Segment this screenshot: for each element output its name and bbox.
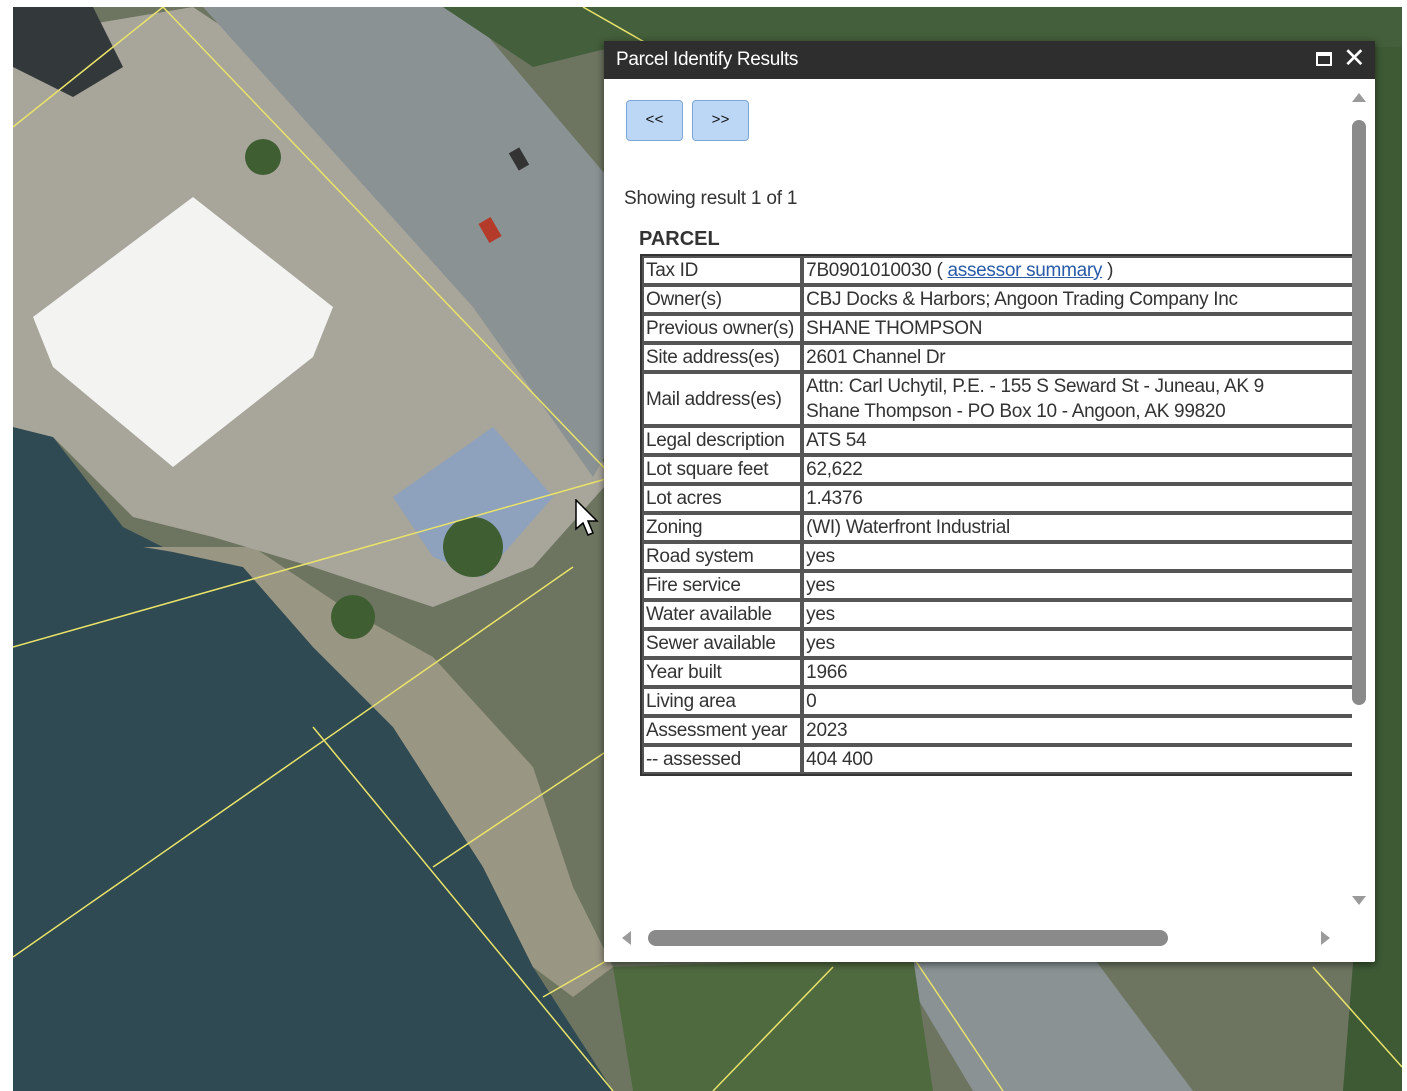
scroll-left-arrow-icon[interactable] <box>622 931 631 945</box>
attribute-label: Road system <box>642 542 803 571</box>
assessor-summary-link[interactable]: assessor summary <box>947 260 1102 281</box>
previous-result-button[interactable]: << <box>626 100 683 141</box>
table-row: Site address(es) 2601 Channel Dr <box>642 343 1352 372</box>
table-row: Sewer available yes <box>642 629 1352 658</box>
tree <box>245 139 281 175</box>
table-row: Tax ID 7B0901010030 ( assessor summary ) <box>642 256 1352 285</box>
panel-content: << >> Showing result 1 of 1 PARCEL Tax I… <box>604 79 1352 962</box>
vertical-scrollbar[interactable] <box>1348 93 1370 908</box>
attribute-value: CBJ Docks & Harbors; Angoon Trading Comp… <box>802 285 1352 314</box>
tax-id-text: 7B0901010030 ( <box>806 260 943 281</box>
table-row: Lot square feet 62,622 <box>642 455 1352 484</box>
table-row: Water available yes <box>642 600 1352 629</box>
parcel-attribute-table: Tax ID 7B0901010030 ( assessor summary ) O… <box>640 254 1352 776</box>
attribute-label: Year built <box>642 658 803 687</box>
horizontal-scrollbar[interactable] <box>616 925 1331 951</box>
horizontal-scroll-thumb[interactable] <box>648 930 1168 946</box>
panel-titlebar[interactable]: Parcel Identify Results ✕ <box>604 41 1375 79</box>
attribute-label: Previous owner(s) <box>642 314 803 343</box>
attribute-value: 1966 <box>802 658 1352 687</box>
table-row: Road system yes <box>642 542 1352 571</box>
attribute-value: Attn: Carl Uchytil, P.E. - 155 S Seward … <box>802 372 1352 426</box>
attribute-label: Zoning <box>642 513 803 542</box>
tree <box>443 517 503 577</box>
attribute-value: 2023 <box>802 716 1352 745</box>
attribute-label: Mail address(es) <box>642 372 803 426</box>
attribute-value: yes <box>802 600 1352 629</box>
attribute-label: Water available <box>642 600 803 629</box>
attribute-label: Fire service <box>642 571 803 600</box>
table-row: Legal description ATS 54 <box>642 426 1352 455</box>
scroll-up-arrow-icon[interactable] <box>1352 93 1366 102</box>
table-row: Previous owner(s) SHANE THOMPSON <box>642 314 1352 343</box>
attribute-label: Living area <box>642 687 803 716</box>
attribute-value: 404 400 <box>802 745 1352 774</box>
attribute-value: yes <box>802 542 1352 571</box>
section-heading: PARCEL <box>639 228 720 250</box>
attribute-value-line: Shane Thompson - PO Box 10 - Angoon, AK … <box>806 401 1226 422</box>
vegetation-bottom <box>613 957 933 1091</box>
attribute-value-line: Attn: Carl Uchytil, P.E. - 155 S Seward … <box>806 376 1264 397</box>
table-row: Lot acres 1.4376 <box>642 484 1352 513</box>
closing-paren: ) <box>1102 260 1114 281</box>
attribute-value: (WI) Waterfront Industrial <box>802 513 1352 542</box>
table-row: Mail address(es) Attn: Carl Uchytil, P.E.… <box>642 372 1352 426</box>
table-row: Assessment year 2023 <box>642 716 1352 745</box>
tree <box>331 595 375 639</box>
table-row: Owner(s) CBJ Docks & Harbors; Angoon Trad… <box>642 285 1352 314</box>
attribute-value: 62,622 <box>802 455 1352 484</box>
panel-title: Parcel Identify Results <box>616 49 799 70</box>
attribute-value: ATS 54 <box>802 426 1352 455</box>
attribute-label: Lot square feet <box>642 455 803 484</box>
attribute-value: 0 <box>802 687 1352 716</box>
attribute-value: yes <box>802 629 1352 658</box>
attribute-label: -- assessed <box>642 745 803 774</box>
result-count: Showing result 1 of 1 <box>624 188 798 209</box>
table-row: -- assessed 404 400 <box>642 745 1352 774</box>
attribute-label: Lot acres <box>642 484 803 513</box>
scroll-right-arrow-icon[interactable] <box>1321 931 1330 945</box>
mouse-pointer-icon <box>575 499 599 536</box>
attribute-label: Sewer available <box>642 629 803 658</box>
attribute-value: yes <box>802 571 1352 600</box>
attribute-label: Tax ID <box>642 256 803 285</box>
table-row: Living area 0 <box>642 687 1352 716</box>
scroll-down-arrow-icon[interactable] <box>1352 896 1366 905</box>
close-icon[interactable]: ✕ <box>1343 44 1366 74</box>
attribute-label: Site address(es) <box>642 343 803 372</box>
next-result-button[interactable]: >> <box>692 100 749 141</box>
maximize-icon[interactable] <box>1316 52 1332 66</box>
vertical-scroll-thumb[interactable] <box>1352 120 1366 705</box>
attribute-label: Assessment year <box>642 716 803 745</box>
table-row: Zoning (WI) Waterfront Industrial <box>642 513 1352 542</box>
attribute-value: SHANE THOMPSON <box>802 314 1352 343</box>
attribute-value: 2601 Channel Dr <box>802 343 1352 372</box>
attribute-value: 7B0901010030 ( assessor summary ) <box>802 256 1352 285</box>
attribute-label: Owner(s) <box>642 285 803 314</box>
attribute-label: Legal description <box>642 426 803 455</box>
table-row: Year built 1966 <box>642 658 1352 687</box>
attribute-value: 1.4376 <box>802 484 1352 513</box>
table-row: Fire service yes <box>642 571 1352 600</box>
parcel-identify-panel: Parcel Identify Results ✕ << >> Showing … <box>604 41 1375 962</box>
